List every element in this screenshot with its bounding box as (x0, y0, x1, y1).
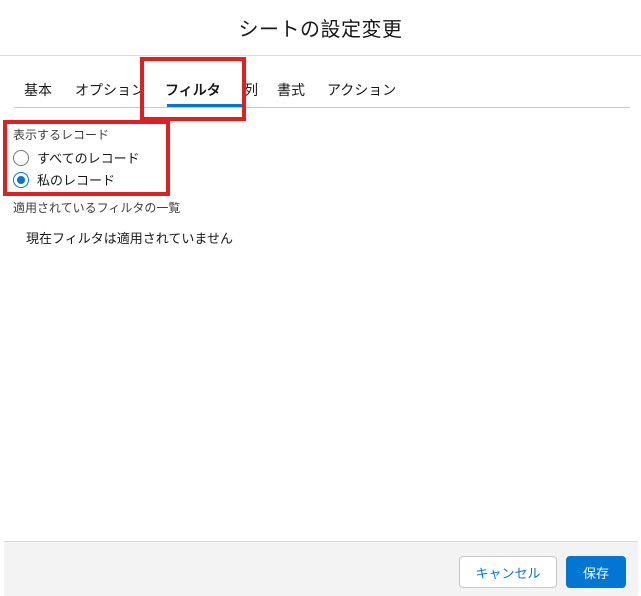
active-tab-indicator (167, 104, 243, 107)
records-to-display-label: 表示するレコード (13, 128, 110, 142)
no-filters-message: 現在フィルタは適用されていません (26, 232, 233, 247)
tab-actions[interactable]: アクション (327, 80, 396, 100)
sheet-settings-modal: シートの設定変更 基本 オプション フィルタ 列 書式 アクション 表示するレコ… (0, 0, 641, 596)
modal-header: シートの設定変更 (0, 0, 641, 56)
modal-footer: キャンセル 保存 (4, 541, 638, 596)
tab-basic[interactable]: 基本 (24, 80, 52, 100)
cancel-button[interactable]: キャンセル (459, 556, 557, 588)
tab-filter[interactable]: フィルタ (165, 80, 221, 100)
tab-bar: 基本 オプション フィルタ 列 書式 アクション (14, 70, 630, 108)
modal-title: シートの設定変更 (238, 17, 403, 41)
radio-checked-icon[interactable] (13, 171, 29, 188)
radio-my-records-label: 私のレコード (37, 174, 116, 189)
save-button[interactable]: 保存 (566, 556, 626, 588)
radio-my-records[interactable]: 私のレコード (13, 170, 115, 189)
radio-unchecked-icon[interactable] (13, 149, 29, 166)
tab-columns[interactable]: 列 (244, 80, 258, 100)
radio-all-records-label: すべてのレコード (37, 152, 140, 167)
applied-filters-label: 適用されているフィルタの一覧 (13, 201, 181, 215)
tab-options[interactable]: オプション (75, 80, 145, 100)
radio-all-records[interactable]: すべてのレコード (13, 148, 140, 167)
tab-format[interactable]: 書式 (277, 80, 305, 100)
